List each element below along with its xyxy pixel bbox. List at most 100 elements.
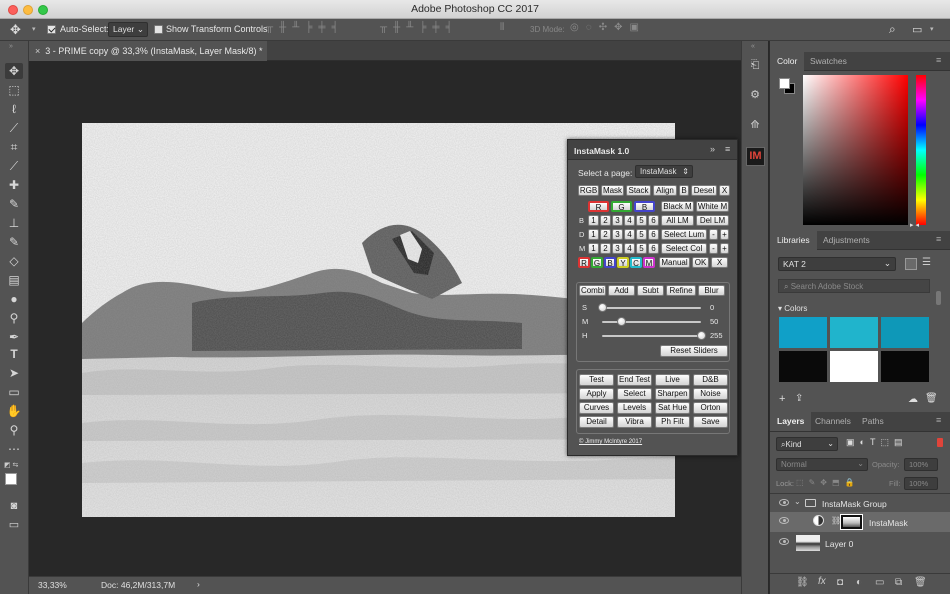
healing-brush-tool-icon[interactable]: ✚ bbox=[5, 177, 23, 193]
paths-panel-icon[interactable]: ⟰ bbox=[746, 118, 764, 131]
marquee-tool-icon[interactable]: ⬚ bbox=[5, 82, 23, 98]
button-channel-r[interactable]: R bbox=[588, 201, 609, 212]
distribute-vcenter-icon[interactable]: ╫ bbox=[393, 22, 406, 33]
layers-menu-icon[interactable]: ≡ bbox=[936, 415, 941, 425]
lock-pixels-icon[interactable]: ⬚ bbox=[796, 478, 809, 487]
zoom-level[interactable]: 33,33% bbox=[38, 580, 67, 590]
move-tool-icon[interactable]: ✥ bbox=[5, 63, 23, 79]
button-channel-g[interactable]: G bbox=[611, 201, 632, 212]
action-button-apply[interactable]: Apply bbox=[579, 388, 614, 400]
button-black-mask[interactable]: Black M bbox=[661, 201, 694, 212]
button-color-b[interactable]: B bbox=[604, 257, 616, 268]
layer-row-layer0[interactable]: Layer 0 bbox=[770, 533, 950, 553]
button-all-lm[interactable]: All LM bbox=[661, 215, 694, 226]
align-bottom-icon[interactable]: ╨ bbox=[292, 22, 305, 33]
tab-libraries[interactable]: Libraries bbox=[770, 231, 817, 250]
group-expand-icon[interactable]: ⌄ bbox=[794, 497, 801, 506]
distribute-top-icon[interactable]: ╥ bbox=[380, 22, 393, 33]
color-field[interactable] bbox=[803, 75, 908, 225]
slider-track-s[interactable] bbox=[602, 307, 701, 309]
opacity-field[interactable]: 100% bbox=[904, 458, 938, 471]
button-align[interactable]: Align bbox=[653, 185, 677, 196]
screen-mode-icon[interactable]: ▭ bbox=[5, 517, 23, 533]
button-m5[interactable]: 5 bbox=[636, 243, 647, 254]
align-vcenter-icon[interactable]: ╫ bbox=[279, 22, 292, 33]
button-plus[interactable]: + bbox=[720, 229, 729, 240]
align-hcenter-icon[interactable]: ╪ bbox=[318, 22, 331, 33]
eyedropper-tool-icon[interactable]: ⟋ bbox=[5, 158, 23, 174]
library-delete-icon[interactable]: 🗑 bbox=[925, 393, 938, 404]
type-tool-icon[interactable]: T bbox=[5, 346, 23, 362]
button-color-m[interactable]: M bbox=[643, 257, 655, 268]
action-button-curves[interactable]: Curves bbox=[579, 402, 614, 414]
distribute-left-icon[interactable]: ╞ bbox=[419, 22, 432, 33]
action-button-d-b[interactable]: D&B bbox=[693, 374, 728, 386]
tab-refine[interactable]: Refine bbox=[666, 285, 696, 296]
library-color-swatch[interactable] bbox=[881, 351, 929, 382]
lock-buttons[interactable]: ⬚✎✥⬒🔒 bbox=[796, 478, 860, 487]
rectangle-tool-icon[interactable]: ▭ bbox=[5, 384, 23, 400]
action-button-live[interactable]: Live bbox=[655, 374, 690, 386]
libraries-menu-icon[interactable]: ≡ bbox=[936, 234, 941, 244]
swap-colors-icon[interactable]: ◩ ⇆ bbox=[4, 461, 24, 469]
library-color-swatch[interactable] bbox=[779, 351, 827, 382]
foreground-color-swatch[interactable] bbox=[5, 473, 17, 485]
3d-pan-icon[interactable]: ✣ bbox=[599, 22, 614, 33]
button-desel[interactable]: Desel bbox=[691, 185, 717, 196]
path-select-tool-icon[interactable]: ➤ bbox=[5, 365, 23, 381]
hue-slider-handle-icon[interactable]: ▸ ◂ bbox=[910, 221, 930, 229]
action-button-save[interactable]: Save bbox=[693, 416, 728, 428]
button-color-r[interactable]: R bbox=[578, 257, 590, 268]
filter-smart-icon[interactable]: ▤ bbox=[894, 437, 908, 447]
list-view-icon[interactable]: ☰ bbox=[922, 257, 931, 268]
library-color-swatch[interactable] bbox=[830, 317, 878, 348]
library-color-swatch[interactable] bbox=[830, 351, 878, 382]
tab-adjustments[interactable]: Adjustments bbox=[816, 231, 877, 250]
more-tools-icon[interactable]: ⋯ bbox=[5, 441, 23, 457]
button-d5[interactable]: 5 bbox=[636, 229, 647, 240]
button-select-col[interactable]: Select Col bbox=[661, 243, 707, 254]
layer-row-group[interactable]: ⌄ InstaMask Group bbox=[770, 494, 950, 513]
color-fg-swatch[interactable] bbox=[779, 78, 790, 89]
button-m4[interactable]: 4 bbox=[624, 243, 635, 254]
button-mask[interactable]: Mask bbox=[601, 185, 624, 196]
action-button-sharpen[interactable]: Sharpen bbox=[655, 388, 690, 400]
button-b[interactable]: B bbox=[679, 185, 689, 196]
new-group-icon[interactable]: ▭ bbox=[875, 577, 884, 588]
3d-roll-icon[interactable]: ◌ bbox=[586, 22, 599, 33]
align-top-icon[interactable]: ╥ bbox=[266, 22, 279, 33]
button-select-lum[interactable]: Select Lum bbox=[661, 229, 707, 240]
lock-move-icon[interactable]: ✥ bbox=[820, 478, 832, 487]
chevron-down-icon[interactable]: ▾ bbox=[32, 25, 36, 33]
button-d6[interactable]: 6 bbox=[648, 229, 659, 240]
button-b4[interactable]: 4 bbox=[624, 215, 635, 226]
align-left-icon[interactable]: ╞ bbox=[305, 22, 318, 33]
button-d4[interactable]: 4 bbox=[624, 229, 635, 240]
button-ok[interactable]: OK bbox=[692, 257, 709, 268]
slider-knob-s[interactable] bbox=[598, 303, 607, 312]
reset-sliders-button[interactable]: Reset Sliders bbox=[660, 345, 728, 357]
page-select-dropdown[interactable]: InstaMask ⇕ bbox=[635, 165, 693, 178]
workspace-chevron-icon[interactable]: ▾ bbox=[930, 25, 934, 33]
history-brush-tool-icon[interactable]: ✎ bbox=[5, 234, 23, 250]
layer-filter-select[interactable]: ⌕Kind ⌄ bbox=[776, 437, 838, 451]
tab-channels[interactable]: Channels bbox=[808, 412, 858, 431]
eraser-tool-icon[interactable]: ◇ bbox=[5, 253, 23, 269]
3d-orbit-icon[interactable]: ◎ bbox=[570, 22, 586, 33]
instamask-panel-icon[interactable]: IM bbox=[746, 147, 765, 166]
action-button-end-test[interactable]: End Test bbox=[617, 374, 652, 386]
align-buttons-group[interactable]: ╥╫╨╞╪╡ bbox=[266, 22, 345, 33]
lock-all-icon[interactable]: 🔒 bbox=[845, 478, 860, 487]
button-channel-b[interactable]: B bbox=[634, 201, 655, 212]
status-menu-arrow[interactable]: › bbox=[197, 579, 200, 589]
new-adjustment-icon[interactable]: ◐ bbox=[856, 577, 862, 588]
auto-select-checkbox[interactable] bbox=[47, 25, 56, 36]
button-d2[interactable]: 2 bbox=[600, 229, 611, 240]
hue-slider[interactable] bbox=[916, 75, 926, 225]
button-x[interactable]: X bbox=[719, 185, 730, 196]
zoom-tool-icon[interactable]: ⚲ bbox=[5, 422, 23, 438]
tab-swatches[interactable]: Swatches bbox=[803, 52, 854, 71]
dodge-tool-icon[interactable]: ⚲ bbox=[5, 310, 23, 326]
show-transform-checkbox[interactable] bbox=[154, 25, 163, 36]
action-button-vibra[interactable]: Vibra bbox=[617, 416, 652, 428]
